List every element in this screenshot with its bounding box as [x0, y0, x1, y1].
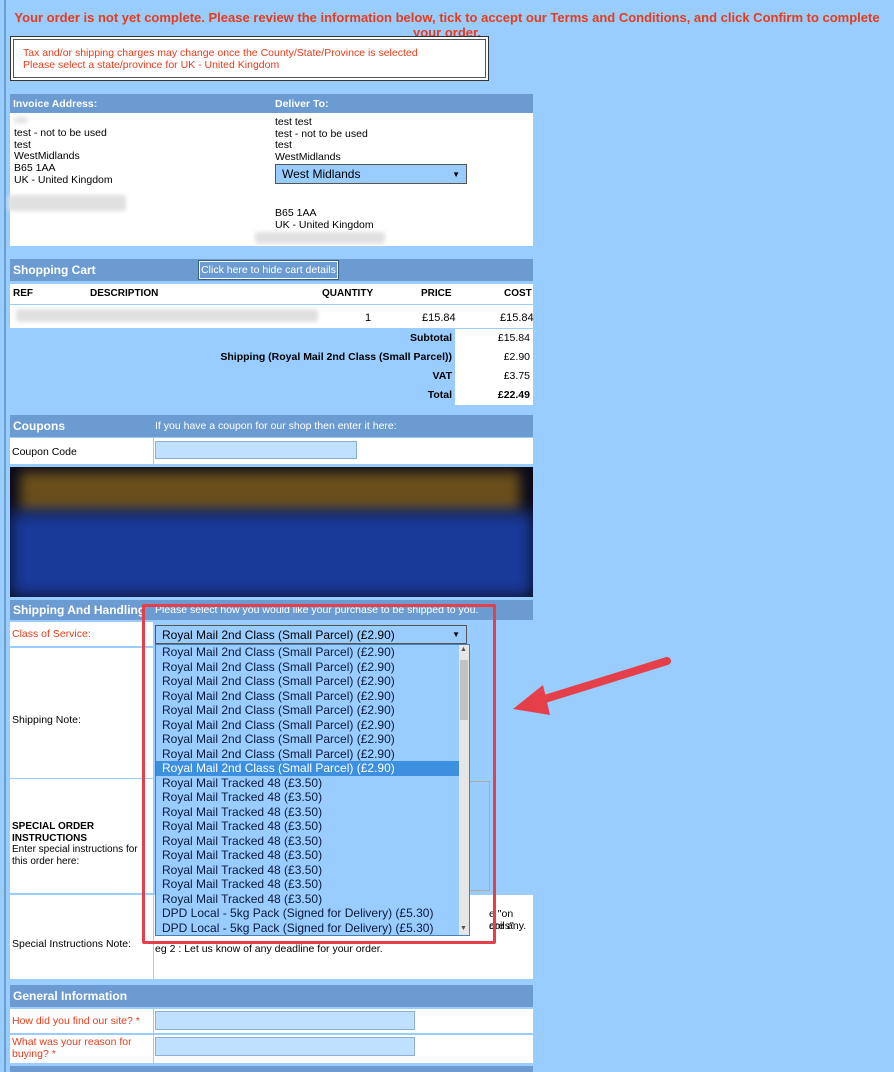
special-order-title: SPECIAL ORDER INSTRUCTIONS	[12, 821, 95, 844]
tax-notice-box: Tax and/or shipping charges may change o…	[10, 36, 489, 81]
reason-label: What was your reason for buying? *	[10, 1035, 153, 1063]
state-notice-line: Please select a state/province for UK - …	[23, 59, 280, 71]
coupon-code-input[interactable]	[155, 441, 357, 459]
general-header-bar: General Information	[10, 985, 533, 1007]
cart-row: 1 £15.84 £15.84	[10, 305, 534, 328]
tax-notice-line: Tax and/or shipping charges may change o…	[23, 47, 418, 59]
reason-row: What was your reason for buying? *	[10, 1035, 533, 1063]
find-site-label: How did you find our site? *	[10, 1009, 153, 1033]
invoice-header: Invoice Address:	[13, 97, 98, 110]
totals-labels: Subtotal Shipping (Royal Mail 2nd Class …	[220, 332, 452, 401]
red-arrow-icon	[513, 657, 671, 715]
special-note-label: Special Instructions Note:	[10, 895, 153, 979]
address-panel: test - not to be used test WestMidlands …	[8, 113, 533, 246]
class-of-service-label: Class of Service:	[10, 622, 153, 646]
deliver-address-bottom: B65 1AA UK - United Kingdom	[275, 207, 374, 231]
general-header: General Information	[13, 989, 128, 1003]
special-note-example: eg 2 : Let us know of any deadline for y…	[155, 943, 383, 955]
find-site-row: How did you find our site? *	[10, 1009, 533, 1033]
redacted-product	[16, 309, 318, 322]
address-header-bar: Invoice Address: Deliver To:	[10, 94, 533, 113]
find-site-input[interactable]	[155, 1011, 415, 1030]
shipping-header: Shipping And Handling	[13, 603, 146, 617]
cart-columns: REF DESCRIPTION QUANTITY PRICE COST	[10, 284, 533, 304]
coupons-header-bar: Coupons If you have a coupon for our sho…	[10, 415, 533, 437]
hide-cart-button[interactable]: Click here to hide cart details	[198, 260, 339, 280]
totals-values: £15.84 £2.90 £3.75 £22.49	[497, 332, 530, 401]
reason-input[interactable]	[155, 1037, 415, 1056]
page-left-border	[4, 0, 6, 1072]
deliver-header: Deliver To:	[275, 97, 329, 110]
promo-banner	[10, 467, 533, 597]
next-section-bar	[10, 1066, 533, 1072]
chevron-down-icon: ▼	[452, 169, 460, 179]
special-order-sub: Enter special instructions for this orde…	[12, 844, 138, 867]
coupon-label: Coupon Code	[10, 438, 153, 464]
county-select[interactable]: West Midlands ▼	[275, 164, 467, 184]
coupons-header: Coupons	[13, 419, 65, 433]
coupon-row: Coupon Code	[10, 438, 533, 464]
banner-top-blur	[20, 472, 520, 512]
redacted-invoice-info	[8, 195, 126, 211]
shipping-note-label: Shipping Note:	[10, 648, 153, 778]
banner-bottom-blur	[10, 512, 533, 597]
redacted-name	[14, 117, 28, 123]
invoice-address: test - not to be used test WestMidlands …	[14, 127, 113, 186]
special-order-cell: SPECIAL ORDER INSTRUCTIONS Enter special…	[10, 779, 153, 893]
coupons-hint: If you have a coupon for our shop then e…	[155, 420, 397, 432]
highlight-box	[142, 604, 496, 944]
redacted-deliver-info	[255, 232, 385, 244]
deliver-address: test test test - not to be used test Wes…	[275, 116, 368, 164]
cart-header: Shopping Cart	[13, 263, 96, 277]
